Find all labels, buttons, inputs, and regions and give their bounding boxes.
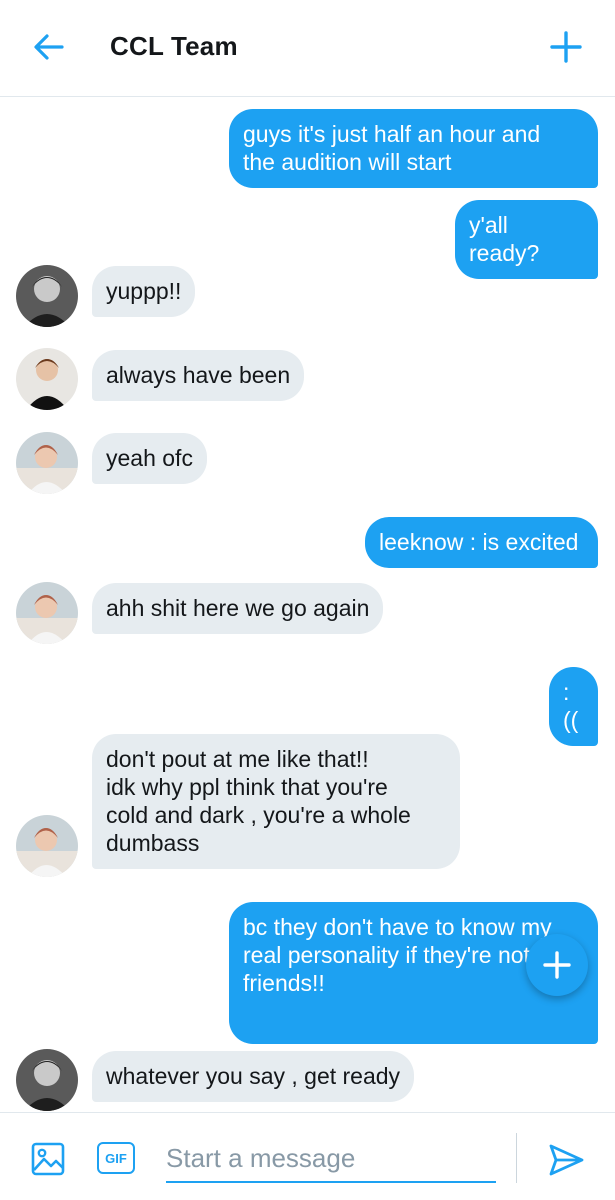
profile-photo (16, 265, 78, 327)
profile-photo (16, 348, 78, 410)
conversation-title[interactable]: CCL Team (110, 31, 238, 62)
outgoing-message[interactable]: :(( (549, 667, 598, 746)
incoming-message[interactable]: don't pout at me like that!! idk why ppl… (92, 734, 460, 869)
image-icon (31, 1142, 65, 1176)
add-participant-button[interactable] (545, 26, 587, 68)
avatar[interactable] (16, 432, 78, 494)
arrow-left-icon (34, 34, 64, 60)
avatar[interactable] (16, 265, 78, 327)
gif-button[interactable]: GIF (97, 1142, 135, 1174)
plus-icon (550, 31, 582, 63)
outgoing-message[interactable]: guys it's just half an hour and the audi… (229, 109, 598, 188)
profile-photo (16, 432, 78, 494)
back-button[interactable] (28, 26, 70, 68)
incoming-message[interactable]: ahh shit here we go again (92, 583, 384, 634)
plus-icon (543, 951, 571, 979)
message-composer: GIF (0, 1112, 615, 1200)
dm-conversation-screen: CCL Team guys it's just half an hour and… (0, 0, 615, 1200)
avatar[interactable] (16, 582, 78, 644)
avatar[interactable] (16, 815, 78, 877)
add-photo-button[interactable] (28, 1139, 68, 1179)
profile-photo (16, 582, 78, 644)
avatar[interactable] (16, 348, 78, 410)
conversation-header: CCL Team (0, 0, 615, 97)
message-input[interactable] (166, 1139, 496, 1183)
profile-photo (16, 815, 78, 877)
avatar[interactable] (16, 1049, 78, 1111)
send-button[interactable] (545, 1139, 587, 1181)
composer-divider (516, 1133, 517, 1183)
outgoing-message[interactable]: y'all ready? (455, 200, 598, 279)
incoming-message[interactable]: yeah ofc (92, 433, 207, 484)
outgoing-message[interactable]: leeknow : is excited (365, 517, 598, 568)
new-message-fab[interactable] (526, 934, 588, 996)
incoming-message[interactable]: yuppp!! (92, 266, 196, 317)
message-list[interactable]: guys it's just half an hour and the audi… (0, 97, 615, 1112)
send-icon (549, 1144, 584, 1176)
profile-photo (16, 1049, 78, 1111)
incoming-message[interactable]: whatever you say , get ready (92, 1051, 415, 1102)
incoming-message[interactable]: always have been (92, 350, 305, 401)
